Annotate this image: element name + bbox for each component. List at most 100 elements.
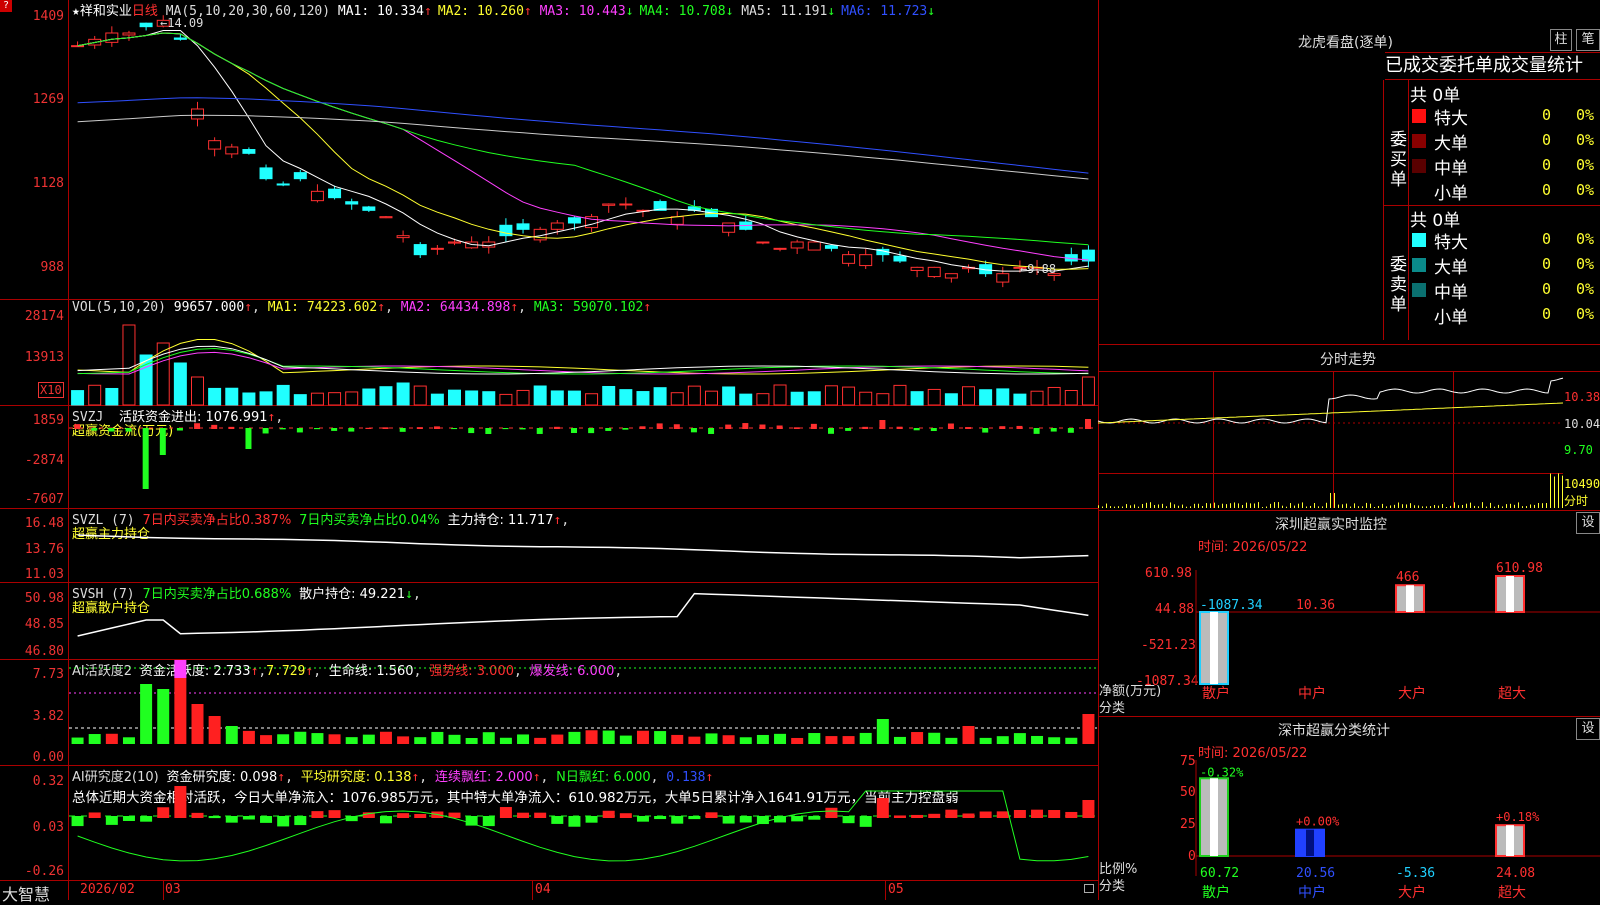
intraday-vol-bar [1394,504,1395,508]
vol-ma-line [77,347,1089,375]
date-4: 05 [888,882,904,897]
intraday-vol-bar [1242,505,1243,508]
intraday-vol: 10490 [1564,477,1600,491]
ai1-bar [876,719,889,744]
intraday-vol-bar [1134,504,1135,508]
ai2-bar [928,813,941,818]
monitor-settings-button[interactable]: 设 [1576,512,1600,534]
ai1-bar [517,734,530,744]
svzj-bar [1050,428,1057,432]
intraday-vol-bar [1162,503,1163,508]
candle-body [293,172,307,180]
candle-body [602,203,616,206]
brand-logo[interactable]: 大智慧 [2,881,50,905]
svsh-chart[interactable] [69,583,1097,659]
volume-bar [396,382,410,406]
volume-bar [842,386,856,406]
candle-body [225,146,239,155]
ai2-bar [791,816,804,822]
ai1-bar [260,735,273,744]
ai1-bar [979,737,992,744]
candle-body [756,241,770,244]
intraday-vol-bar [1510,503,1511,508]
row-pct: 0% [1576,106,1595,124]
monitor-bar-highlight [1506,576,1514,612]
svzj-chart[interactable] [69,406,1097,508]
candle-body [722,222,736,233]
candle-body [910,266,924,271]
ai2-bar [568,816,581,827]
tick-view-button[interactable]: 笔 [1576,29,1600,51]
intraday-vol-bar [1202,506,1203,508]
row-name: 特大 [1434,109,1468,129]
svzj-bar [279,428,286,430]
svzj-bar [211,424,218,429]
ai2-bar [911,814,924,818]
ai2-bar [825,807,838,818]
intraday-vol-bar [1430,506,1431,508]
ai1-bar [88,734,101,744]
class-title: 深市超赢分类统计 [1278,723,1390,739]
candle-body [842,254,856,264]
svzj-bar [862,426,869,429]
monitor-cat-label: 大户 [1398,685,1426,702]
ai2-axis-2: 0.03 [32,820,64,835]
intraday-vol-bar [1450,505,1451,508]
intraday-price-line [1097,377,1564,424]
svsh-axis-3: 46.80 [24,644,64,659]
column-view-button[interactable]: 柱 [1550,29,1572,51]
ai2-bar [534,812,547,818]
row-count: 0 [1542,255,1552,273]
intraday-vol-bar [1250,503,1251,508]
lock-icon[interactable] [1084,884,1094,893]
class-top-label: +0.00% [1296,815,1340,829]
volume-bar [1081,376,1095,406]
volume-bar [465,390,479,406]
intraday-vol-bar [1426,506,1427,508]
monitor-xlabel: 分类 [1099,701,1126,716]
intraday-chart[interactable] [1097,371,1564,508]
svzj-bar [245,428,252,449]
svzj-bar [519,428,526,430]
intraday-vol-bar [1166,506,1167,508]
intraday-vol-bar [1558,473,1559,508]
class-axis-4: 0 [1188,849,1196,864]
candle-body [139,22,153,28]
intraday-vol-bar [1150,502,1151,508]
intraday-vol-bar [1222,503,1223,508]
low-label: ←9.88 [1020,262,1057,276]
intraday-vol-bar [1126,504,1127,508]
class-settings-button[interactable]: 设 [1576,718,1600,740]
svzj-bar [690,428,697,433]
ai1-bar [242,730,255,744]
monitor-chart[interactable]: -1087.34 散户 10.36 中户 466 大户 610.98 超大 [1195,561,1600,712]
svzj-bar [913,428,920,431]
volume-bar [979,389,993,406]
intraday-vol-bar [1298,503,1299,508]
ai2-bar [105,816,118,825]
intraday-vol-bar [1282,505,1283,508]
svsh-line [77,592,1089,637]
svzj-bar [433,426,440,429]
intraday-vol-bar [1270,503,1271,508]
ai1-bar [1048,737,1061,744]
volume-chart[interactable] [69,300,1097,406]
volume-bar [448,389,461,406]
class-chart[interactable]: -0.32% 60.72 散户 +0.00% 20.56 中户 -5.36 大户 +0.18% 2… [1195,760,1600,901]
ai2-bar [277,816,290,827]
svzj-bar [262,428,269,434]
svzj-bar [451,428,458,430]
monitor-bar-label: 610.98 [1496,561,1543,576]
ai1-chart[interactable] [69,660,1097,765]
candlestick-chart[interactable] [69,14,1097,299]
vol-ma-line [77,351,1089,375]
ai2-chart[interactable] [69,766,1097,880]
candle-body [362,206,376,211]
intraday-vol-bar [1526,506,1527,508]
svzl-chart[interactable] [69,509,1097,582]
ai2-bar [1031,809,1044,818]
monitor-axis-2: 44.88 [1155,602,1195,617]
ai1-bar [122,737,135,744]
dragon-tabs[interactable]: 已成交委托单成交量统计 [1385,52,1600,80]
monitor-cat-label: 超大 [1498,686,1526,702]
